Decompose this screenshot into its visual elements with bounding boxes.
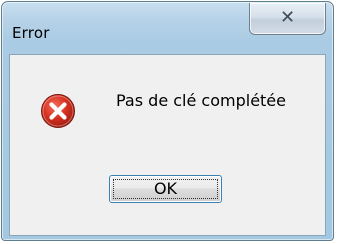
- ok-button-label: OK: [153, 179, 178, 198]
- close-icon: ✕: [279, 6, 296, 28]
- error-icon: [41, 94, 75, 128]
- error-dialog-window: Error ✕ Pas de clé complétée OK: [1, 1, 334, 241]
- error-message: Pas de clé complétée: [116, 91, 286, 110]
- close-button[interactable]: ✕: [249, 3, 326, 35]
- ok-button[interactable]: OK: [109, 175, 222, 203]
- title-bar[interactable]: Error ✕: [2, 2, 333, 48]
- dialog-body: Pas de clé complétée OK: [9, 54, 326, 236]
- window-title: Error: [12, 24, 50, 42]
